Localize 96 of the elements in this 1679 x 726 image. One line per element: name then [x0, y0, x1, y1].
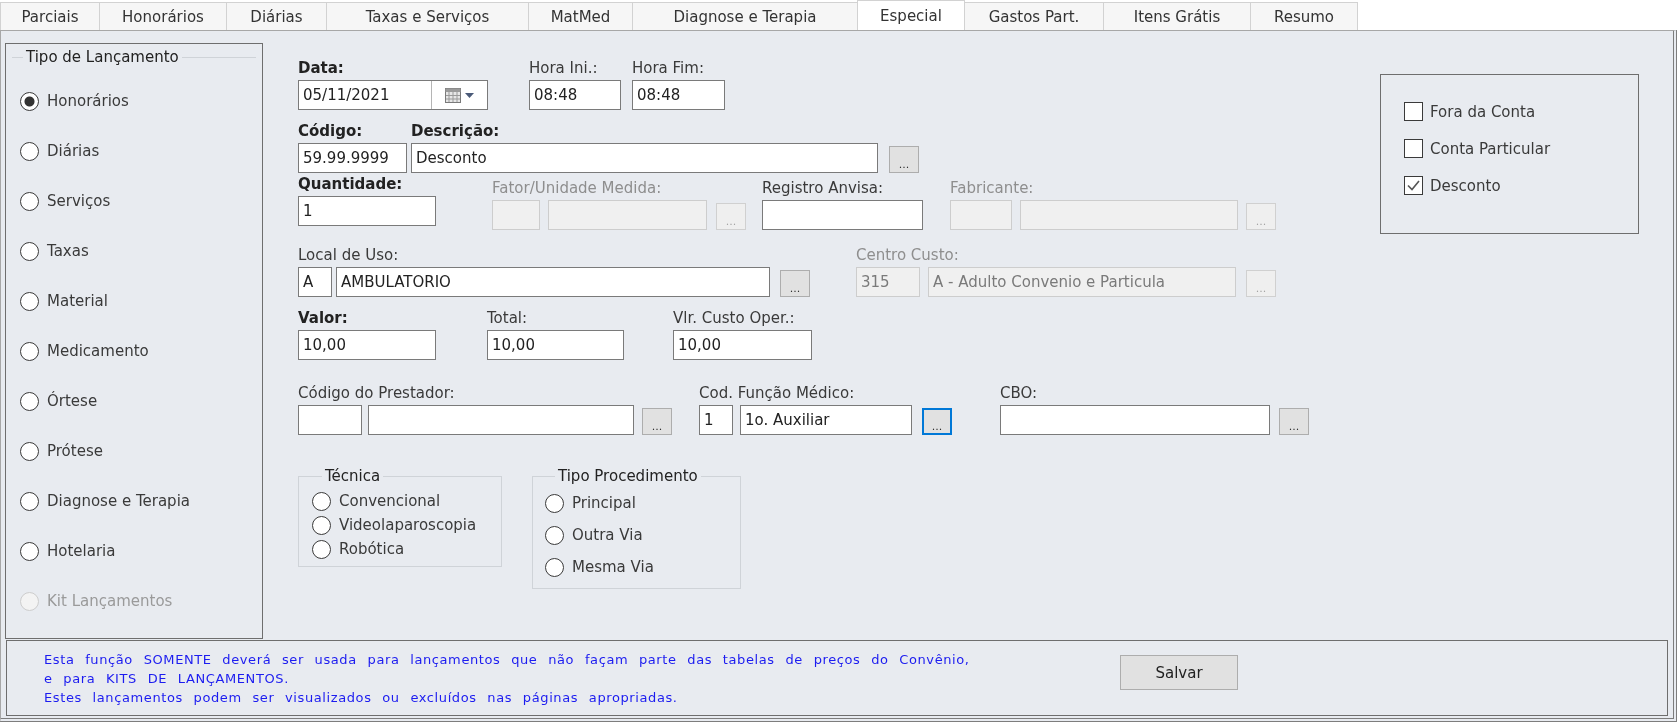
tab[interactable]: Diagnose e Terapia	[632, 2, 858, 30]
text-field[interactable]: 08:48	[632, 80, 725, 110]
radio-button[interactable]	[312, 515, 331, 535]
field-label: Fator/Unidade Medida:	[492, 179, 663, 197]
field-label: Quantidade:	[298, 175, 404, 193]
field-label: Valor:	[298, 309, 349, 327]
group-title: Tipo de Lançamento	[25, 48, 180, 66]
lookup-button[interactable]: ...	[922, 408, 952, 435]
field-label: Hora Fim:	[632, 59, 705, 77]
radio-button[interactable]	[20, 341, 39, 361]
checkbox[interactable]	[1404, 139, 1423, 158]
radio-label[interactable]: Hotelaria	[47, 542, 116, 560]
lookup-button[interactable]: ...	[780, 270, 810, 297]
lookup-button[interactable]: ...	[889, 146, 919, 173]
text-field[interactable]: 08:48	[529, 80, 621, 110]
calendar-icon	[445, 87, 461, 103]
group-title: Técnica	[324, 467, 382, 485]
lookup-button[interactable]: ...	[1279, 408, 1309, 435]
radio-label[interactable]: Videolaparoscopia	[339, 516, 477, 534]
radio-button[interactable]	[312, 491, 331, 511]
field-label: Fabricante:	[950, 179, 1035, 197]
save-button[interactable]: Salvar	[1120, 655, 1238, 690]
field-label: Registro Anvisa:	[762, 179, 885, 197]
notice-text: e para KITS DE LANÇAMENTOS.	[44, 670, 290, 688]
code-field[interactable]	[298, 405, 362, 435]
field-label: Local de Uso:	[298, 246, 400, 264]
tab[interactable]: Honorários	[99, 2, 227, 30]
tab[interactable]: MatMed	[528, 2, 633, 30]
checkbox-label[interactable]: Desconto	[1430, 176, 1501, 195]
radio-button[interactable]	[545, 525, 564, 545]
tab[interactable]: Resumo	[1250, 2, 1358, 30]
text-field[interactable]	[762, 200, 923, 230]
date-field[interactable]: 05/11/2021	[298, 80, 488, 110]
field-label: Centro Custo:	[856, 246, 960, 264]
radio-button[interactable]	[545, 493, 564, 513]
field-label: Descrição:	[411, 122, 501, 140]
radio-button[interactable]	[20, 391, 39, 411]
radio-label[interactable]: Honorários	[47, 92, 129, 110]
radio-label[interactable]: Serviços	[47, 192, 111, 210]
text-field[interactable]: 1o. Auxiliar	[740, 405, 912, 435]
field-label: Vlr. Custo Oper.:	[673, 309, 796, 327]
text-field[interactable]: 10,00	[298, 330, 436, 360]
radio-button[interactable]	[312, 539, 331, 559]
code-field[interactable]: 1	[699, 405, 733, 435]
radio-button[interactable]	[20, 441, 39, 461]
tab[interactable]: Itens Grátis	[1103, 2, 1251, 30]
radio-label[interactable]: Outra Via	[572, 526, 643, 544]
radio-label[interactable]: Medicamento	[47, 342, 149, 360]
radio-button[interactable]	[20, 191, 39, 211]
checkbox[interactable]	[1404, 102, 1423, 121]
radio-label[interactable]: Principal	[572, 494, 636, 512]
radio-label[interactable]: Taxas	[47, 242, 89, 260]
notice-text: Estes lançamentos podem ser visualizados ou excluídos nas páginas apropriadas.	[44, 689, 679, 707]
code-field[interactable]: A	[298, 267, 332, 297]
checkmark-icon	[1407, 180, 1420, 191]
radio-button[interactable]	[20, 491, 39, 511]
tab[interactable]: Taxas e Serviços	[326, 2, 529, 30]
text-field[interactable]: 10,00	[487, 330, 624, 360]
group-title: Tipo Procedimento	[557, 467, 699, 485]
field-label: CBO:	[1000, 384, 1039, 402]
field-label: Hora Ini.:	[529, 59, 599, 77]
tab[interactable]: Diárias	[226, 2, 327, 30]
radio-button[interactable]	[20, 241, 39, 261]
radio-label[interactable]: Diagnose e Terapia	[47, 492, 190, 510]
radio-label[interactable]: Diárias	[47, 142, 100, 160]
field-label: Código:	[298, 122, 364, 140]
radio-button[interactable]	[20, 291, 39, 311]
caret-icon	[465, 92, 474, 98]
text-field[interactable]: Desconto	[411, 143, 878, 173]
radio-button[interactable]	[20, 91, 39, 111]
lookup-button[interactable]: ...	[642, 408, 672, 435]
field-label: Total:	[487, 309, 529, 327]
radio-button[interactable]	[545, 557, 564, 577]
tab[interactable]: Parciais	[0, 2, 100, 30]
radio-label[interactable]: Convencional	[339, 492, 441, 510]
radio-label[interactable]: Órtese	[47, 392, 98, 410]
checkbox[interactable]	[1404, 176, 1423, 195]
radio-label[interactable]: Robótica	[339, 540, 405, 558]
radio-button[interactable]	[20, 141, 39, 161]
text-field[interactable]: 1	[298, 196, 436, 226]
radio-button[interactable]	[20, 541, 39, 561]
text-field[interactable]: AMBULATORIO	[336, 267, 770, 297]
field-label: Código do Prestador:	[298, 384, 456, 402]
checkbox-label[interactable]: Conta Particular	[1430, 139, 1551, 158]
radio-label[interactable]: Mesma Via	[572, 558, 654, 576]
radio-label[interactable]: Material	[47, 292, 108, 310]
field-label: Cod. Função Médico:	[699, 384, 856, 402]
field-label: Data:	[298, 59, 345, 77]
text-field[interactable]: 10,00	[673, 330, 812, 360]
notice-text: Esta função SOMENTE deverá ser usada para lançamentos que não façam parte das tabelas de preços do Convênio,	[44, 651, 971, 669]
checkbox-label[interactable]: Fora da Conta	[1430, 102, 1536, 121]
radio-label[interactable]: Prótese	[47, 442, 103, 460]
text-field[interactable]	[368, 405, 634, 435]
text-field[interactable]	[1000, 405, 1270, 435]
text-field[interactable]: 59.99.9999	[298, 143, 407, 173]
tab[interactable]: Gastos Part.	[964, 2, 1104, 30]
